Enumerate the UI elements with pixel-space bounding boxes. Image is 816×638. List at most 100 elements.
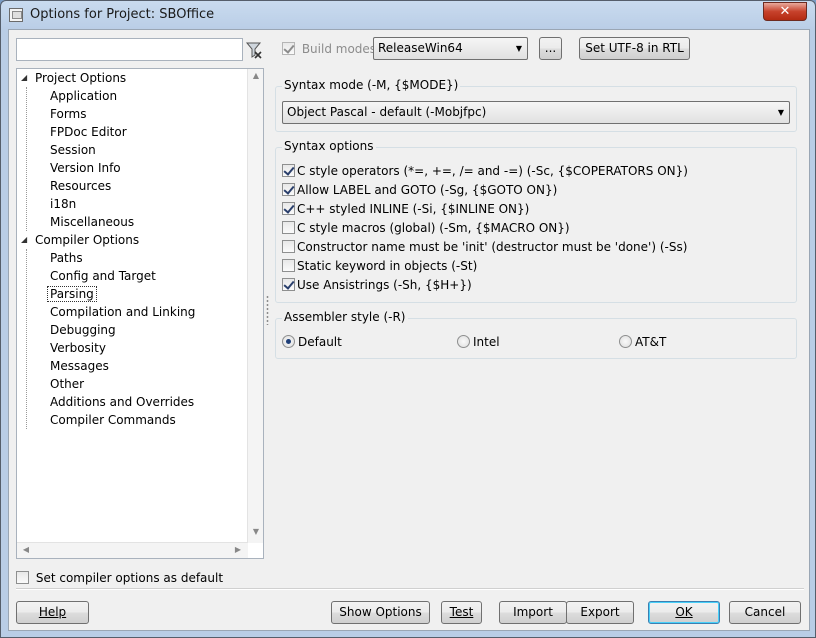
- tree-item[interactable]: Other: [50, 375, 84, 393]
- tree-item[interactable]: Config and Target: [50, 267, 156, 285]
- expand-arrow-icon[interactable]: ◢: [21, 69, 31, 87]
- build-modes-ellipsis-button[interactable]: ...: [539, 37, 562, 60]
- syntax-mode-value: Object Pascal - default (-Mobjfpc): [287, 105, 487, 119]
- syntax-option-checkbox[interactable]: [282, 221, 295, 234]
- filter-input[interactable]: [16, 38, 243, 61]
- tree-item[interactable]: Application: [50, 87, 117, 105]
- syntax-options-title: Syntax options: [282, 139, 376, 153]
- options-tree[interactable]: ▲ ▼ ◀ ▶ ◢ Project Options Application Forms…: [16, 68, 264, 559]
- expand-arrow-icon[interactable]: ◢: [21, 231, 31, 249]
- syntax-option[interactable]: C style operators (*=, +=, /= and -=) (-…: [282, 162, 688, 181]
- splitter-handle[interactable]: [266, 295, 269, 325]
- syntax-option-checkbox[interactable]: [282, 240, 295, 253]
- syntax-option-label: Constructor name must be 'init' (destruc…: [297, 240, 688, 254]
- syntax-option-checkbox[interactable]: [282, 164, 295, 177]
- scroll-right-icon[interactable]: ▶: [231, 545, 245, 554]
- syntax-option[interactable]: C style macros (global) (-Sm, {$MACRO ON…: [282, 219, 570, 238]
- tree-item-label: Compiler Options: [35, 233, 140, 247]
- title-bar[interactable]: Options for Project: SBOffice ✕: [1, 1, 815, 29]
- tree-item-label: Forms: [50, 107, 87, 121]
- syntax-option-checkbox[interactable]: [282, 202, 295, 215]
- tree-item-label: Miscellaneous: [50, 215, 135, 229]
- ok-button-label: OK: [675, 605, 693, 619]
- assembler-option[interactable]: Default: [282, 333, 342, 352]
- test-button[interactable]: Test: [441, 601, 482, 624]
- tree-item[interactable]: Parsing: [47, 285, 97, 303]
- assembler-option[interactable]: AT&T: [619, 333, 666, 352]
- tree-item[interactable]: Debugging: [50, 321, 116, 339]
- show-options-button[interactable]: Show Options: [331, 601, 430, 624]
- tree-item[interactable]: Session: [50, 141, 96, 159]
- assembler-option-label: Default: [298, 335, 342, 349]
- build-modes-toggle[interactable]: Build modes: [282, 40, 376, 60]
- assembler-option-radio[interactable]: [282, 335, 295, 348]
- set-default-option[interactable]: Set compiler options as default: [16, 569, 223, 587]
- build-modes-checkbox[interactable]: [282, 42, 295, 55]
- syntax-option[interactable]: Constructor name must be 'init' (destruc…: [282, 238, 687, 257]
- syntax-option-checkbox[interactable]: [282, 278, 295, 291]
- ok-button[interactable]: OK: [648, 601, 720, 624]
- syntax-option-label: C style macros (global) (-Sm, {$MACRO ON…: [297, 221, 570, 235]
- tree-item[interactable]: Compiler Commands: [50, 411, 176, 429]
- tree-item[interactable]: Version Info: [50, 159, 121, 177]
- window-title: Options for Project: SBOffice: [30, 7, 215, 22]
- syntax-option-label: Static keyword in objects (-St): [297, 259, 478, 273]
- build-mode-value: ReleaseWin64: [378, 41, 463, 55]
- tree-item[interactable]: ◢ Project Options: [21, 69, 126, 87]
- dialog-client-area: ▲ ▼ ◀ ▶ ◢ Project Options Application Forms…: [8, 29, 810, 631]
- tree-item-label: Version Info: [50, 161, 121, 175]
- set-default-checkbox[interactable]: [16, 571, 29, 584]
- scroll-left-icon[interactable]: ◀: [19, 545, 33, 554]
- build-modes-label: Build modes: [301, 42, 377, 56]
- syntax-option[interactable]: Use Ansistrings (-Sh, {$H+}): [282, 276, 472, 295]
- tree-item[interactable]: ◢ Compiler Options: [21, 231, 140, 249]
- tree-item[interactable]: Verbosity: [50, 339, 106, 357]
- tree-item[interactable]: Paths: [50, 249, 83, 267]
- set-default-label: Set compiler options as default: [35, 571, 224, 585]
- assembler-option-label: AT&T: [635, 335, 667, 349]
- syntax-mode-title: Syntax mode (-M, {$MODE}): [282, 78, 461, 92]
- tree-item[interactable]: Additions and Overrides: [50, 393, 194, 411]
- syntax-option-checkbox[interactable]: [282, 183, 295, 196]
- tree-item-label: Compiler Commands: [50, 413, 176, 427]
- syntax-option[interactable]: Static keyword in objects (-St): [282, 257, 477, 276]
- export-button[interactable]: Export: [566, 601, 634, 624]
- syntax-option-checkbox[interactable]: [282, 259, 295, 272]
- help-button[interactable]: Help: [16, 601, 89, 624]
- tree-item[interactable]: Messages: [50, 357, 109, 375]
- tree-item[interactable]: Resources: [50, 177, 111, 195]
- assembler-style-title: Assembler style (-R): [282, 310, 408, 324]
- options-dialog: Options for Project: SBOffice ✕ ▲ ▼ ◀ ▶ …: [0, 0, 816, 638]
- tree-vertical-scrollbar[interactable]: ▲ ▼: [247, 69, 263, 543]
- syntax-option-label: Allow LABEL and GOTO (-Sg, {$GOTO ON}): [297, 183, 558, 197]
- syntax-option[interactable]: Allow LABEL and GOTO (-Sg, {$GOTO ON}): [282, 181, 557, 200]
- tree-item[interactable]: Forms: [50, 105, 86, 123]
- cancel-button[interactable]: Cancel: [729, 601, 801, 624]
- assembler-option-radio[interactable]: [619, 335, 632, 348]
- tree-item-label: Config and Target: [50, 269, 156, 283]
- tree-item-label: i18n: [50, 197, 77, 211]
- assembler-option-radio[interactable]: [457, 335, 470, 348]
- syntax-mode-select[interactable]: Object Pascal - default (-Mobjfpc) ▼: [282, 101, 790, 124]
- scroll-up-icon[interactable]: ▲: [249, 71, 263, 80]
- filter-clear-icon[interactable]: [244, 39, 264, 60]
- window-app-icon: [9, 8, 23, 22]
- syntax-option[interactable]: C++ styled INLINE (-Si, {$INLINE ON}): [282, 200, 529, 219]
- chevron-down-icon: ▼: [515, 44, 522, 53]
- syntax-option-label: Use Ansistrings (-Sh, {$H+}): [297, 278, 472, 292]
- scroll-down-icon[interactable]: ▼: [249, 527, 263, 536]
- build-mode-select[interactable]: ReleaseWin64 ▼: [373, 37, 528, 60]
- tree-item-label: Resources: [50, 179, 112, 193]
- tree-item-label: Session: [50, 143, 96, 157]
- tree-item[interactable]: FPDoc Editor: [50, 123, 127, 141]
- test-button-label: Test: [449, 605, 474, 619]
- assembler-option[interactable]: Intel: [457, 333, 500, 352]
- set-utf8-button[interactable]: Set UTF-8 in RTL: [579, 37, 690, 60]
- tree-horizontal-scrollbar[interactable]: ◀ ▶: [17, 542, 248, 558]
- tree-item-label: Verbosity: [50, 341, 106, 355]
- import-button[interactable]: Import: [499, 601, 567, 624]
- tree-item[interactable]: Miscellaneous: [50, 213, 134, 231]
- close-button[interactable]: ✕: [763, 2, 807, 21]
- tree-item[interactable]: Compilation and Linking: [50, 303, 195, 321]
- tree-item[interactable]: i18n: [50, 195, 76, 213]
